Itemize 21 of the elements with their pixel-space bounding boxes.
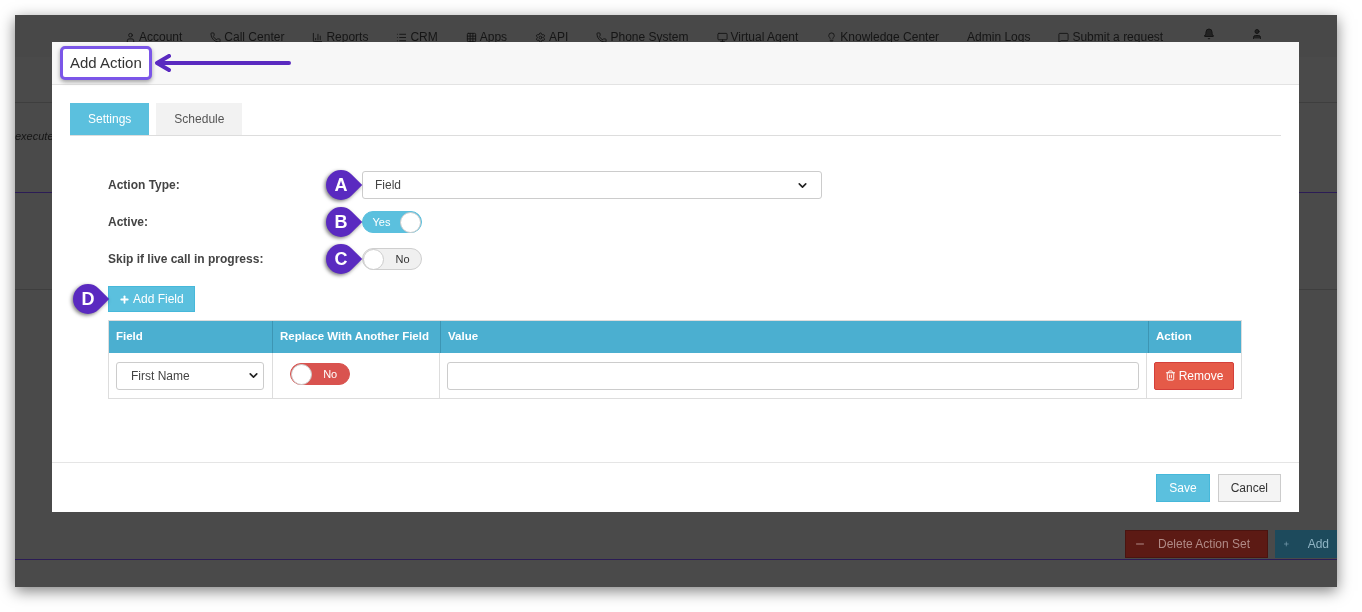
toggle-switch[interactable]: No [362, 248, 422, 270]
delete-action-set-button[interactable]: Delete Action Set [1125, 530, 1268, 558]
column-header: Field [115, 329, 144, 345]
save-button[interactable]: Save [1156, 473, 1210, 502]
field-label: Action Type: [107, 177, 181, 194]
toggle-switch[interactable]: Yes [362, 211, 422, 233]
remove-button[interactable]: Remove [1154, 361, 1234, 390]
field-label: Skip if live call in progress: [107, 251, 265, 268]
toggle-switch[interactable]: No [289, 363, 350, 385]
column-header: Action [1148, 321, 1241, 353]
add-field-button[interactable]: Add Field [108, 286, 195, 312]
dropdown-select[interactable]: First Name [116, 361, 264, 390]
modal-title: Add Action [70, 54, 142, 71]
column-header: Value [440, 321, 1148, 353]
tab[interactable]: Schedule [156, 103, 243, 135]
tab[interactable]: Settings [70, 103, 150, 135]
cancel-button[interactable]: Cancel [1217, 473, 1281, 502]
action-type-select[interactable]: Field [362, 171, 822, 199]
add-button[interactable]: Add [1275, 530, 1337, 558]
field-label: Active: [107, 214, 149, 231]
column-header: Replace With Another Field [272, 321, 440, 353]
